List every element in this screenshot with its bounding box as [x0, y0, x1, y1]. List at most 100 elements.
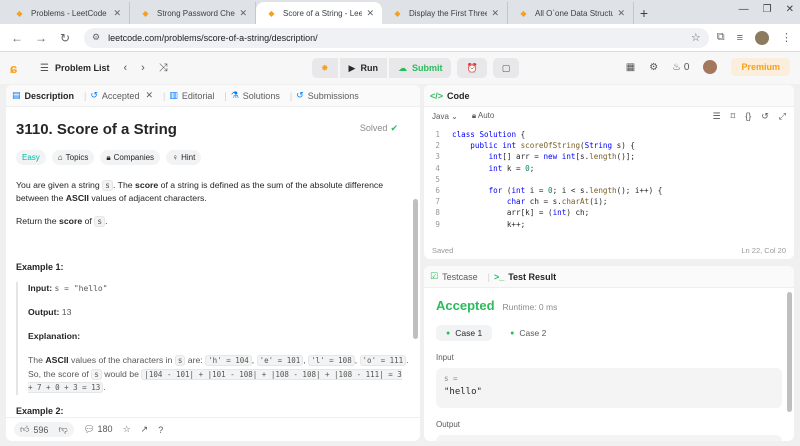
tab-test-result[interactable]: >_ Test Result: [494, 272, 556, 282]
code-line[interactable]: 6 for (int i = 0; i < s.length(); i++) {: [424, 185, 794, 196]
like-button[interactable]: 👍︎ 596 👎︎: [14, 422, 74, 437]
topics-tag[interactable]: ⌂ Topics: [51, 150, 95, 165]
tab-solutions[interactable]: ⚗ Solutions: [231, 90, 280, 101]
auto-mode-toggle[interactable]: 🔒︎ Auto: [472, 111, 495, 121]
code-line[interactable]: 3 int[] arr = new int[s.length()];: [424, 151, 794, 162]
companies-tag[interactable]: 🔒︎ Companies: [100, 150, 161, 165]
leetcode-logo-icon[interactable]: ɕ: [10, 61, 24, 76]
close-window-icon[interactable]: ✕: [786, 4, 794, 15]
close-icon[interactable]: ✕: [239, 8, 247, 19]
tab-description[interactable]: ▤ Description: [12, 90, 74, 101]
new-tab-icon[interactable]: +: [634, 2, 654, 24]
example-heading: Example 1:: [16, 262, 64, 272]
url-field[interactable]: ⚙ leetcode.com/problems/score-of-a-strin…: [84, 27, 709, 48]
premium-button[interactable]: Premium: [731, 58, 790, 76]
submit-button[interactable]: ☁ Submit: [388, 58, 452, 78]
browser-tab-display-first-three[interactable]: ◆ Display the First Three R ✕: [382, 2, 508, 24]
timer-button[interactable]: ⏰: [457, 58, 487, 78]
settings-icon[interactable]: ⚙: [649, 62, 658, 73]
thumbs-down-icon[interactable]: 👎︎: [58, 424, 67, 435]
code-line[interactable]: 9 k++;: [424, 219, 794, 230]
hint-tag[interactable]: ♀ Hint: [166, 150, 202, 165]
case-label: Case 1: [455, 328, 483, 338]
run-button[interactable]: ▶ Run: [339, 58, 387, 78]
checkbox-icon: ☑: [430, 271, 439, 281]
language-select[interactable]: Java ⌄: [432, 112, 458, 121]
code-line[interactable]: 4 int k = 0;: [424, 163, 794, 174]
back-icon[interactable]: ←: [8, 31, 26, 45]
profile-avatar[interactable]: [755, 30, 769, 45]
bookmark-icon[interactable]: ⌑: [731, 111, 736, 122]
code-line[interactable]: 8 arr[k] = (int) ch;: [424, 207, 794, 218]
tab-accepted[interactable]: ↺ Accepted ✕: [90, 90, 153, 101]
example-box: Input: s = "hello" Output: 13 Explanatio…: [16, 282, 410, 395]
inline-code: s: [91, 368, 102, 380]
chevron-right-icon[interactable]: ›: [141, 62, 145, 74]
close-icon[interactable]: ✕: [113, 8, 121, 19]
output-section-label: Output: [436, 420, 461, 429]
format-icon[interactable]: ☰: [713, 111, 721, 122]
inline-code: 'e' = 101: [256, 355, 304, 366]
scrollbar-thumb[interactable]: [413, 199, 418, 339]
reset-icon[interactable]: ↺: [761, 111, 769, 122]
help-icon[interactable]: ?: [158, 425, 163, 435]
code-editor[interactable]: 1 class Solution {2 public int scoreOfStr…: [424, 125, 794, 230]
mode-label: Auto: [477, 111, 495, 120]
close-icon[interactable]: ✕: [145, 90, 153, 101]
braces-icon[interactable]: {}: [745, 111, 751, 122]
scrollbar-thumb[interactable]: [787, 292, 792, 412]
notes-button[interactable]: ▢: [492, 58, 520, 78]
share-icon[interactable]: ↗: [141, 424, 149, 435]
inline-code: 'h' = 104: [205, 355, 252, 366]
forward-icon[interactable]: →: [32, 31, 50, 45]
scrollbar[interactable]: [413, 109, 418, 415]
like-count: 596: [33, 424, 49, 435]
shuffle-icon[interactable]: ⤨: [159, 62, 168, 75]
user-avatar[interactable]: [703, 60, 718, 74]
restore-icon[interactable]: ❐: [763, 4, 772, 15]
extensions-icon[interactable]: ⧉: [717, 31, 725, 44]
result-status: Accepted: [436, 298, 495, 313]
input-box: s = "hello": [436, 368, 782, 408]
chevron-left-icon[interactable]: ‹: [123, 62, 127, 74]
tab-code[interactable]: </> Code: [430, 91, 470, 101]
explanation-text: The ASCII values of the characters in s …: [28, 355, 409, 393]
input-label: Input:: [28, 283, 53, 293]
problem-list-button[interactable]: ☰ Problem List: [40, 63, 109, 74]
tab-submissions[interactable]: ↺ Submissions: [296, 90, 359, 101]
lock-icon: 🔒︎: [106, 152, 111, 162]
close-icon[interactable]: ✕: [617, 8, 625, 19]
minimize-icon[interactable]: —: [739, 4, 749, 15]
code-line[interactable]: 2 public int scoreOfString(String s) {: [424, 140, 794, 151]
case-tab-2[interactable]: ● Case 2: [500, 325, 556, 341]
layout-icon[interactable]: ▦: [626, 62, 635, 73]
tab-testcase[interactable]: ☑ Testcase: [430, 271, 478, 282]
streak-counter[interactable]: ♨ 0: [672, 62, 689, 73]
line-number: 5: [435, 174, 440, 184]
browser-tab-score-of-string[interactable]: ◆ Score of a String - LeetC ✕: [256, 2, 382, 24]
bold-text: score: [135, 180, 159, 190]
reload-icon[interactable]: ↻: [56, 31, 74, 45]
code-line[interactable]: 7 char ch = s.charAt(i);: [424, 196, 794, 207]
browser-tab-problems[interactable]: ◆ Problems - LeetCode ✕: [4, 2, 130, 24]
code-text: int[] arr = new int[s.length()];: [488, 152, 635, 162]
close-icon[interactable]: ✕: [491, 8, 499, 19]
inline-code: 'o' = 111: [359, 355, 407, 366]
menu-icon[interactable]: ⋮: [781, 31, 792, 44]
browser-tab-all-oone[interactable]: ◆ All O`one Data Structure ✕: [508, 2, 634, 24]
bookmark-star-icon[interactable]: ☆: [691, 31, 701, 44]
media-icon[interactable]: ≡: [737, 32, 743, 44]
code-line[interactable]: 5: [424, 174, 794, 185]
code-line[interactable]: 1 class Solution {: [424, 129, 794, 140]
debug-button[interactable]: ✸: [312, 58, 338, 78]
close-icon[interactable]: ✕: [366, 8, 374, 19]
leetcode-icon: ◆: [394, 8, 401, 18]
fullscreen-icon[interactable]: ⤢: [779, 111, 786, 122]
case-tab-1[interactable]: ● Case 1: [436, 325, 493, 341]
star-icon[interactable]: ☆: [123, 424, 131, 435]
comments-button[interactable]: 💬︎ 180: [84, 424, 113, 435]
site-info-icon[interactable]: ⚙: [92, 32, 100, 43]
bold-text: score: [58, 216, 83, 226]
tab-editorial[interactable]: ▥ Editorial: [169, 90, 214, 101]
browser-tab-strong-password[interactable]: ◆ Strong Password Checke ✕: [130, 2, 256, 24]
